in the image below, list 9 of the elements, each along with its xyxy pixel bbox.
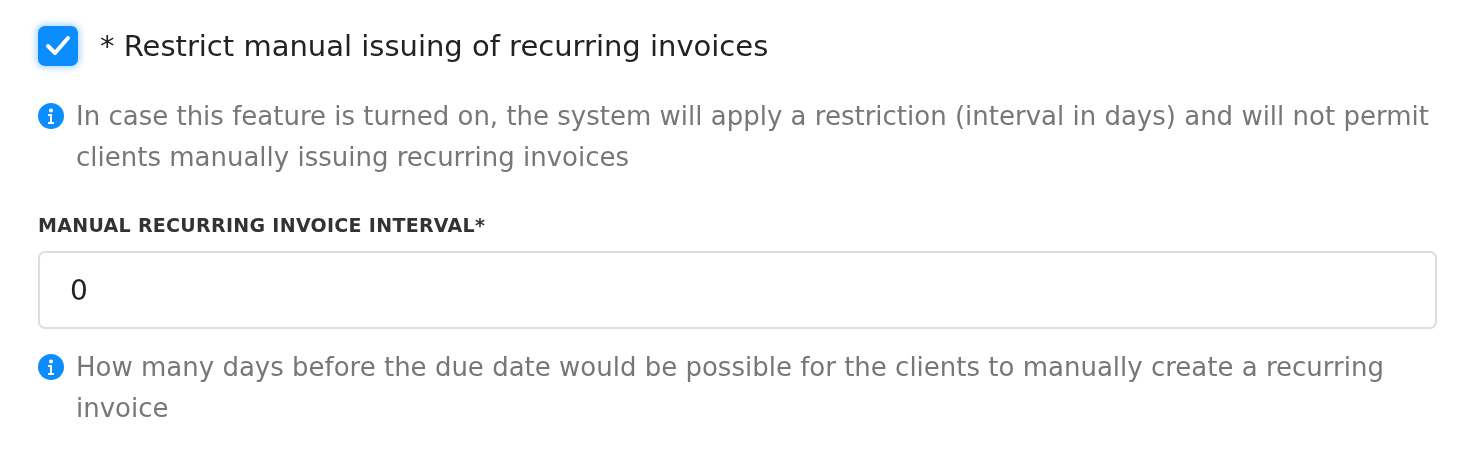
check-icon bbox=[45, 35, 71, 57]
help-text: In case this feature is turned on, the system will apply a restriction (interval in days) and will not permit clients manually issuing recurring invoices bbox=[76, 100, 1430, 174]
info-icon bbox=[38, 103, 64, 129]
checkbox[interactable] bbox=[38, 26, 78, 66]
checkbox-label: * Restrict manual issuing of recurring invoices bbox=[100, 29, 769, 63]
help-text: How many days before the due date would be possible for the clients to manually create a recurring invoice bbox=[76, 351, 1385, 425]
field-label: MANUAL RECURRING INVOICE INTERVAL* bbox=[38, 214, 487, 236]
info-icon bbox=[38, 354, 64, 380]
input-field[interactable]: 0 bbox=[38, 251, 1437, 329]
